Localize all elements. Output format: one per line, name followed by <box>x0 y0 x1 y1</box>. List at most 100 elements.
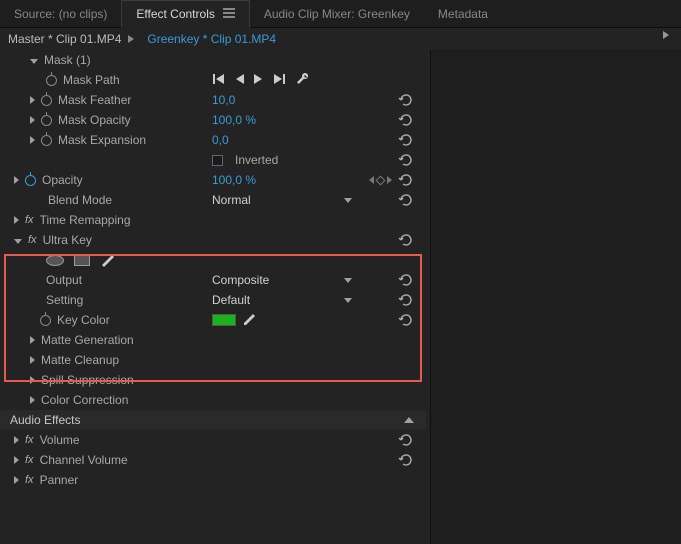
twisty-closed-icon[interactable] <box>14 476 19 484</box>
twisty-closed-icon[interactable] <box>30 376 35 384</box>
stopwatch-icon[interactable] <box>41 135 52 146</box>
mask-expansion-value[interactable]: 0,0 <box>212 133 229 147</box>
blend-mode-label: Blend Mode <box>48 193 112 207</box>
reset-button[interactable] <box>398 293 414 307</box>
twisty-closed-icon[interactable] <box>30 136 35 144</box>
ultra-key-label: Ultra Key <box>43 233 92 247</box>
volume-row[interactable]: fx Volume <box>0 430 426 450</box>
channel-volume-label: Channel Volume <box>40 453 128 467</box>
reset-button[interactable] <box>398 193 414 207</box>
time-remapping-row[interactable]: fx Time Remapping <box>0 210 426 230</box>
ellipse-mask-icon[interactable] <box>46 255 64 266</box>
tab-effect-controls[interactable]: Effect Controls <box>121 0 249 28</box>
tab-source[interactable]: Source: (no clips) <box>0 0 121 28</box>
blend-mode-dropdown[interactable]: Normal <box>212 193 352 207</box>
master-clip-label[interactable]: Master * Clip 01.MP4 <box>8 32 121 46</box>
opacity-value[interactable]: 100,0 % <box>212 173 256 187</box>
eyedropper-icon[interactable] <box>242 313 256 327</box>
audio-effects-header[interactable]: Audio Effects <box>0 410 426 430</box>
panner-row[interactable]: fx Panner <box>0 470 426 490</box>
reset-button[interactable] <box>398 313 414 327</box>
twisty-closed-icon[interactable] <box>14 216 19 224</box>
mask-path-row: Mask Path <box>0 70 426 90</box>
opacity-label: Opacity <box>42 173 83 187</box>
reset-button[interactable] <box>398 113 414 127</box>
track-reverse-icon[interactable] <box>212 73 224 87</box>
setting-dropdown[interactable]: Default <box>212 293 352 307</box>
mask-group-label: Mask (1) <box>44 53 91 67</box>
effect-controls-panel: Master * Clip 01.MP4 Greenkey * Clip 01.… <box>0 28 681 544</box>
mask-group[interactable]: Mask (1) <box>0 50 426 70</box>
dropdown-arrow-icon <box>344 298 352 303</box>
inverted-checkbox[interactable] <box>212 155 223 166</box>
track-forward-icon[interactable] <box>274 73 286 87</box>
step-back-icon[interactable] <box>234 73 244 87</box>
mask-path-label: Mask Path <box>63 73 120 87</box>
tab-metadata[interactable]: Metadata <box>424 0 502 28</box>
tab-audio-mixer[interactable]: Audio Clip Mixer: Greenkey <box>250 0 424 28</box>
mask-expansion-row: Mask Expansion 0,0 <box>0 130 426 150</box>
mask-opacity-row: Mask Opacity 100,0 % <box>0 110 426 130</box>
twisty-closed-icon[interactable] <box>30 336 35 344</box>
twisty-closed-icon[interactable] <box>14 436 19 444</box>
color-corr-row[interactable]: Color Correction <box>0 390 426 410</box>
stopwatch-icon[interactable] <box>46 75 57 86</box>
key-color-row: Key Color <box>0 310 426 330</box>
wrench-icon[interactable] <box>296 73 308 88</box>
setting-label: Setting <box>46 293 83 307</box>
key-color-swatch[interactable] <box>212 314 236 326</box>
stopwatch-active-icon[interactable] <box>25 175 36 186</box>
go-to-playhead-icon[interactable] <box>663 31 669 39</box>
pen-mask-icon[interactable] <box>100 253 114 267</box>
dropdown-arrow-icon <box>344 278 352 283</box>
mask-feather-value[interactable]: 10,0 <box>212 93 235 107</box>
spill-row[interactable]: Spill Suppression <box>0 370 426 390</box>
reset-button[interactable] <box>398 133 414 147</box>
twisty-open-icon[interactable] <box>30 59 38 64</box>
collapse-up-icon[interactable] <box>404 417 414 423</box>
reset-button[interactable] <box>398 433 414 447</box>
stopwatch-icon[interactable] <box>41 115 52 126</box>
twisty-closed-icon[interactable] <box>30 96 35 104</box>
matte-gen-label: Matte Generation <box>41 333 134 347</box>
stopwatch-icon[interactable] <box>41 95 52 106</box>
timeline-pane[interactable] <box>430 50 681 544</box>
prev-keyframe-icon[interactable] <box>369 176 374 184</box>
twisty-closed-icon[interactable] <box>30 396 35 404</box>
mask-shape-tools <box>0 250 426 270</box>
keyframe-nav <box>369 176 392 184</box>
next-keyframe-icon[interactable] <box>387 176 392 184</box>
twisty-closed-icon[interactable] <box>30 356 35 364</box>
reset-button[interactable] <box>398 453 414 467</box>
inverted-label: Inverted <box>235 153 278 167</box>
volume-label: Volume <box>40 433 80 447</box>
reset-button[interactable] <box>398 173 414 187</box>
ultra-key-row[interactable]: fx Ultra Key <box>0 230 426 250</box>
output-label: Output <box>46 273 82 287</box>
twisty-closed-icon[interactable] <box>30 116 35 124</box>
twisty-closed-icon[interactable] <box>14 176 19 184</box>
play-icon[interactable] <box>254 73 264 87</box>
blend-mode-row: Blend Mode Normal <box>0 190 426 210</box>
panel-menu-icon[interactable] <box>223 7 235 21</box>
channel-volume-row[interactable]: fx Channel Volume <box>0 450 426 470</box>
stopwatch-icon[interactable] <box>40 315 51 326</box>
rect-mask-icon[interactable] <box>74 254 90 266</box>
output-dropdown[interactable]: Composite <box>212 273 352 287</box>
properties-tree: Mask (1) Mask Path Mask Feather 10,0 Mas… <box>0 50 426 490</box>
twisty-open-icon[interactable] <box>14 239 22 244</box>
time-remapping-label: Time Remapping <box>40 213 131 227</box>
add-keyframe-icon[interactable] <box>376 175 386 185</box>
matte-cleanup-row[interactable]: Matte Cleanup <box>0 350 426 370</box>
mask-feather-row: Mask Feather 10,0 <box>0 90 426 110</box>
mask-opacity-value[interactable]: 100,0 % <box>212 113 256 127</box>
reset-button[interactable] <box>398 273 414 287</box>
reset-button[interactable] <box>398 93 414 107</box>
reset-button[interactable] <box>398 233 414 247</box>
matte-gen-row[interactable]: Matte Generation <box>0 330 426 350</box>
reset-button[interactable] <box>398 153 414 167</box>
spill-label: Spill Suppression <box>41 373 134 387</box>
sequence-clip-link[interactable]: Greenkey * Clip 01.MP4 <box>147 32 276 46</box>
mask-path-transport <box>212 73 308 88</box>
twisty-closed-icon[interactable] <box>14 456 19 464</box>
